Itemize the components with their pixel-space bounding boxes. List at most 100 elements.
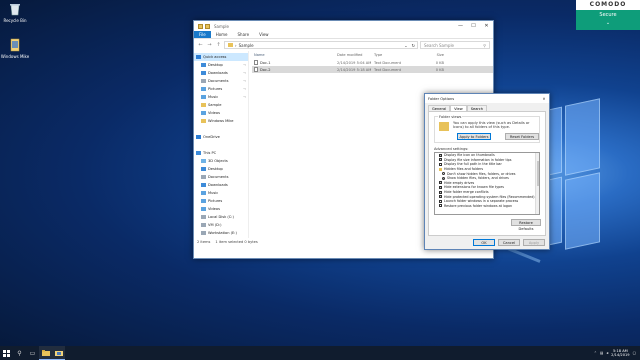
desktop-icon-windows-mike[interactable]: Windows Mike <box>0 38 30 59</box>
clock[interactable]: 5:18 AM 2/14/2019 <box>611 349 629 357</box>
minimize-button[interactable]: — <box>454 21 467 31</box>
checkbox[interactable] <box>439 162 442 166</box>
scrollbar[interactable] <box>535 153 539 214</box>
nav-item[interactable]: Videos <box>194 205 248 213</box>
volume-icon[interactable]: ◂ <box>606 351 608 355</box>
checkbox[interactable]: ✓ <box>439 190 442 194</box>
properties-icon[interactable] <box>198 23 203 29</box>
up-button[interactable]: ↑ <box>215 42 222 48</box>
folder-options-icon[interactable] <box>52 346 65 360</box>
folder-options-dialog[interactable]: Folder Options ✕ General View Search Fol… <box>424 93 550 250</box>
nav-item[interactable]: Documents <box>194 173 248 181</box>
file-name: Doc-2 <box>260 67 271 72</box>
nav-item[interactable]: Quick access <box>194 53 248 61</box>
nav-item[interactable]: Documents ⊸ <box>194 77 248 85</box>
chevron-down-icon[interactable]: ⌄ <box>576 20 640 26</box>
nav-item[interactable]: Windows Mike <box>194 117 248 125</box>
reset-folders-button[interactable]: Reset Folders <box>505 133 539 140</box>
folder-icon <box>201 103 206 107</box>
file-size: 0 KB <box>435 67 444 72</box>
windows-start-icon[interactable] <box>0 346 13 360</box>
forward-button[interactable]: → <box>206 42 213 48</box>
close-icon[interactable]: ✕ <box>539 97 549 101</box>
checkbox[interactable]: ✓ <box>439 195 442 199</box>
pin-icon[interactable]: ⊸ <box>243 79 246 83</box>
pin-icon[interactable]: ⊸ <box>243 95 246 99</box>
nav-item[interactable]: Desktop <box>194 165 248 173</box>
advanced-setting-item[interactable]: Restore previous folder windows at logon <box>435 204 539 209</box>
checkbox[interactable] <box>439 199 442 203</box>
nav-item[interactable]: Downloads ⊸ <box>194 69 248 77</box>
maximize-button[interactable]: ☐ <box>467 21 480 31</box>
task-view-icon[interactable]: ▭ <box>26 346 39 360</box>
comodo-widget[interactable]: COMODO Secure ⌄ <box>576 0 640 30</box>
nav-item[interactable]: Desktop ⊸ <box>194 61 248 69</box>
apply-button[interactable]: Apply <box>523 239 545 246</box>
back-button[interactable]: ← <box>197 42 204 48</box>
file-row[interactable]: Doc-2 2/14/2019 5:18 AM Text Document 0 … <box>252 66 493 73</box>
network-icon[interactable]: ▤ <box>600 351 603 355</box>
tab-share[interactable]: Share <box>233 31 255 38</box>
restore-defaults-button[interactable]: Restore Defaults <box>511 219 541 231</box>
nav-item[interactable]: Local Disk (C:) <box>194 213 248 221</box>
file-explorer-icon[interactable] <box>39 346 52 360</box>
column-date[interactable]: Date modified <box>337 53 374 57</box>
pin-icon[interactable]: ⊸ <box>243 71 246 75</box>
cancel-button[interactable]: Cancel <box>498 239 520 246</box>
drive-icon <box>201 215 206 219</box>
pin-icon[interactable]: ⊸ <box>243 63 246 67</box>
pin-icon[interactable]: ⊸ <box>243 87 246 91</box>
column-size[interactable]: Size <box>414 53 444 57</box>
file-row[interactable]: Doc-1 2/14/2019 5:04 AM Text Document 0 … <box>252 59 493 66</box>
nav-item[interactable]: Pictures ⊸ <box>194 85 248 93</box>
nav-item[interactable]: Videos <box>194 109 248 117</box>
nav-item[interactable]: Music <box>194 189 248 197</box>
chevron-up-icon[interactable]: ⌃ <box>594 351 597 355</box>
address-dropdown[interactable]: ⌄ <box>404 43 407 48</box>
title-bar[interactable]: Sample — ☐ ✕ <box>194 21 493 31</box>
nav-item[interactable]: VM (D:) <box>194 221 248 229</box>
checkbox[interactable] <box>439 204 442 208</box>
search-icon[interactable]: ⚲ <box>13 346 26 360</box>
checkbox[interactable]: ✓ <box>439 181 442 185</box>
address-bar[interactable]: › Sample ⌄ ↻ <box>224 41 418 49</box>
folder-icon <box>228 43 233 47</box>
new-folder-icon[interactable] <box>205 23 210 29</box>
nav-item[interactable]: Sample <box>194 101 248 109</box>
radio-button[interactable]: • <box>442 176 445 180</box>
refresh-button[interactable]: ↻ <box>412 43 415 48</box>
nav-item[interactable]: This PC <box>194 149 248 157</box>
scrollbar-thumb[interactable] <box>536 161 539 186</box>
search-icon: ⚲ <box>483 42 486 48</box>
nav-item[interactable]: Pictures <box>194 197 248 205</box>
apply-to-folders-button[interactable]: Apply to Folders <box>457 133 491 140</box>
close-button[interactable]: ✕ <box>480 21 493 31</box>
nav-item[interactable]: Downloads <box>194 181 248 189</box>
tab-home[interactable]: Home <box>211 31 233 38</box>
search-input[interactable]: Search Sample ⚲ <box>420 41 490 49</box>
desktop-icon-recycle-bin[interactable]: Recycle Bin <box>0 2 30 23</box>
nav-item[interactable]: OneDrive <box>194 133 248 141</box>
advanced-settings-list[interactable]: ✓ Display file icon on thumbnails ✓ Display… <box>434 152 540 215</box>
column-name[interactable]: Name <box>252 53 337 57</box>
checkbox[interactable]: ✓ <box>439 153 442 157</box>
nav-item[interactable]: Music ⊸ <box>194 93 248 101</box>
advanced-setting-item[interactable]: ✓ Hide protected operating system files (… <box>435 194 539 199</box>
advanced-setting-label: Launch folder windows in a separate proc… <box>444 199 519 204</box>
checkbox[interactable]: ✓ <box>439 185 442 189</box>
nav-item[interactable]: 3D Objects <box>194 157 248 165</box>
tab-file[interactable]: File <box>194 31 211 38</box>
checkbox[interactable]: ✓ <box>439 158 442 162</box>
radio-button[interactable] <box>442 172 445 176</box>
column-type[interactable]: Type <box>374 53 414 57</box>
nav-item-label: Local Disk (C:) <box>208 215 234 219</box>
notification-icon[interactable]: ▢ <box>633 351 636 355</box>
tab-view[interactable]: View <box>254 31 274 38</box>
navigation-pane[interactable]: Quick access Desktop ⊸ Downloads ⊸ Documents ⊸… <box>194 51 249 238</box>
ok-button[interactable]: OK <box>473 239 495 246</box>
nav-item[interactable]: Media (F:) <box>194 237 248 238</box>
documents-icon <box>201 79 206 83</box>
nav-item[interactable]: Workstation (E:) <box>194 229 248 237</box>
cube-icon <box>201 159 206 163</box>
dialog-title-bar[interactable]: Folder Options ✕ <box>425 94 549 103</box>
